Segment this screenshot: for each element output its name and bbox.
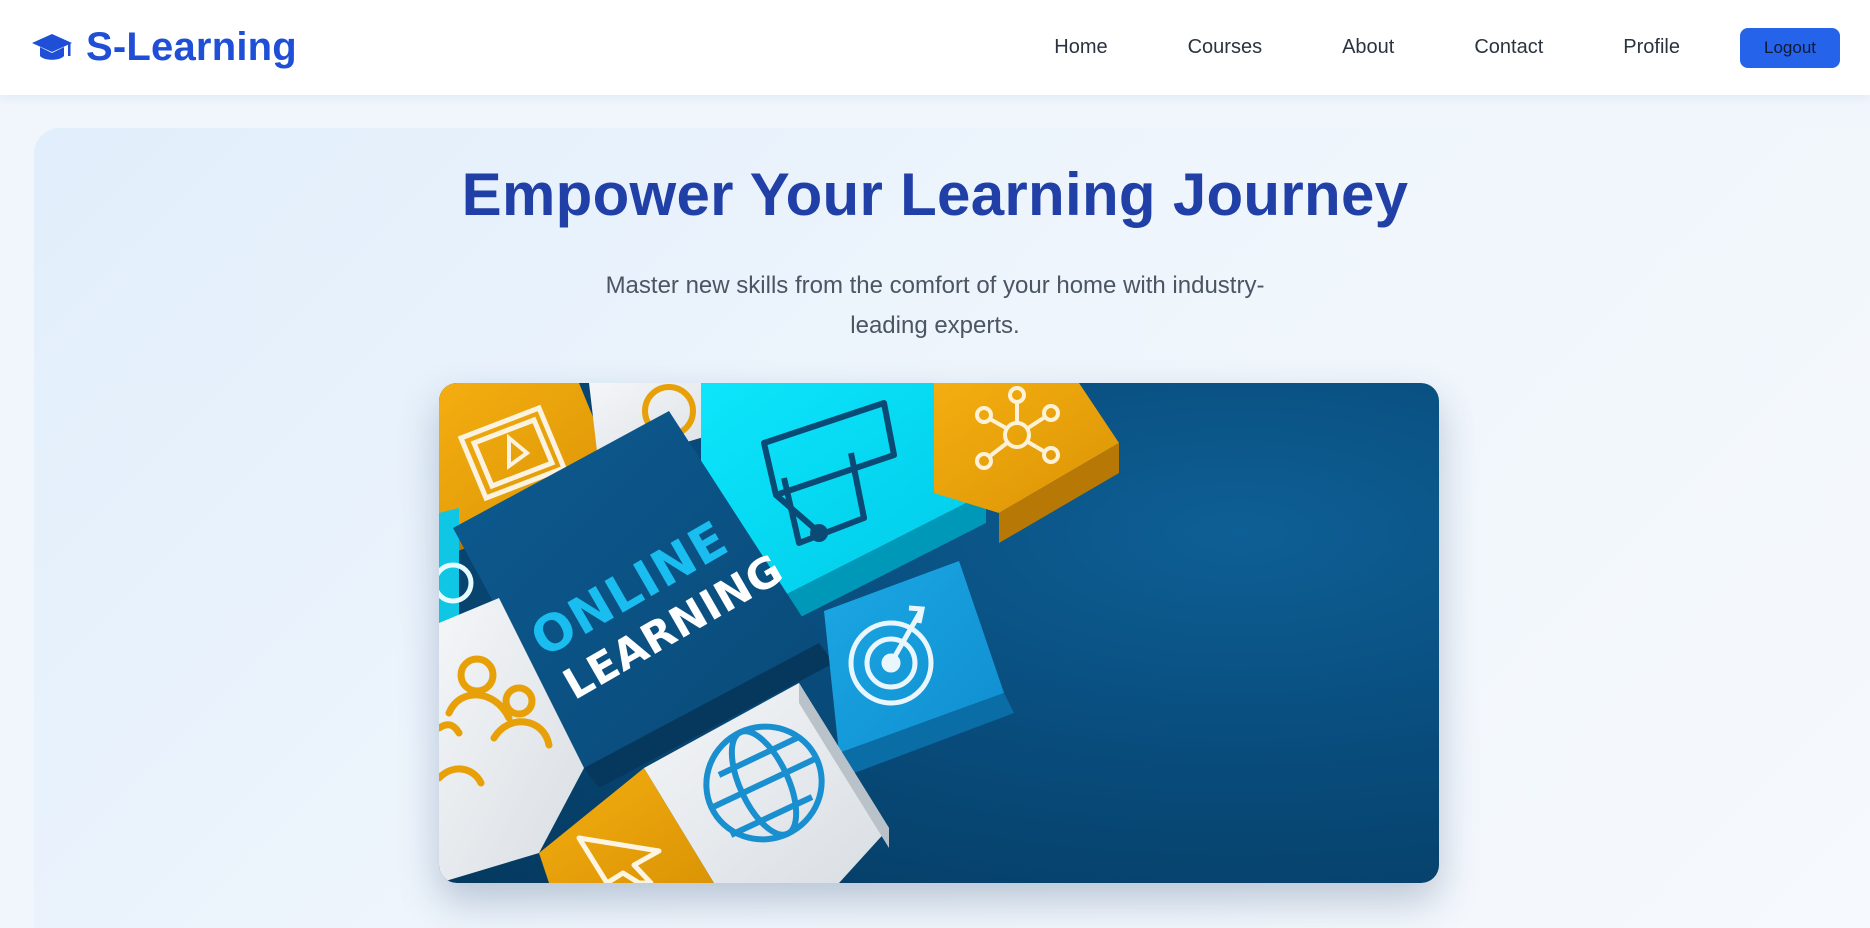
hero-image: ONLINE LEARNING [439,383,1439,883]
hero-title: Empower Your Learning Journey [461,161,1409,228]
nav-link-profile[interactable]: Profile [1623,36,1680,59]
nav-links: Home Courses About Contact Profile [1054,36,1680,59]
nav-link-courses[interactable]: Courses [1188,36,1262,59]
brand-name: S-Learning [86,25,297,69]
nav-link-home[interactable]: Home [1054,36,1107,59]
nav-link-about[interactable]: About [1342,36,1394,59]
hero-subtitle: Master new skills from the comfort of yo… [605,272,1265,339]
brand-logo[interactable]: S-Learning [30,25,297,70]
nav-link-contact[interactable]: Contact [1474,36,1543,59]
logout-button[interactable]: Logout [1740,27,1840,68]
graduation-cap-icon [30,30,74,66]
target-block [824,561,1014,775]
top-navbar: S-Learning Home Courses About Contact Pr… [0,0,1870,95]
